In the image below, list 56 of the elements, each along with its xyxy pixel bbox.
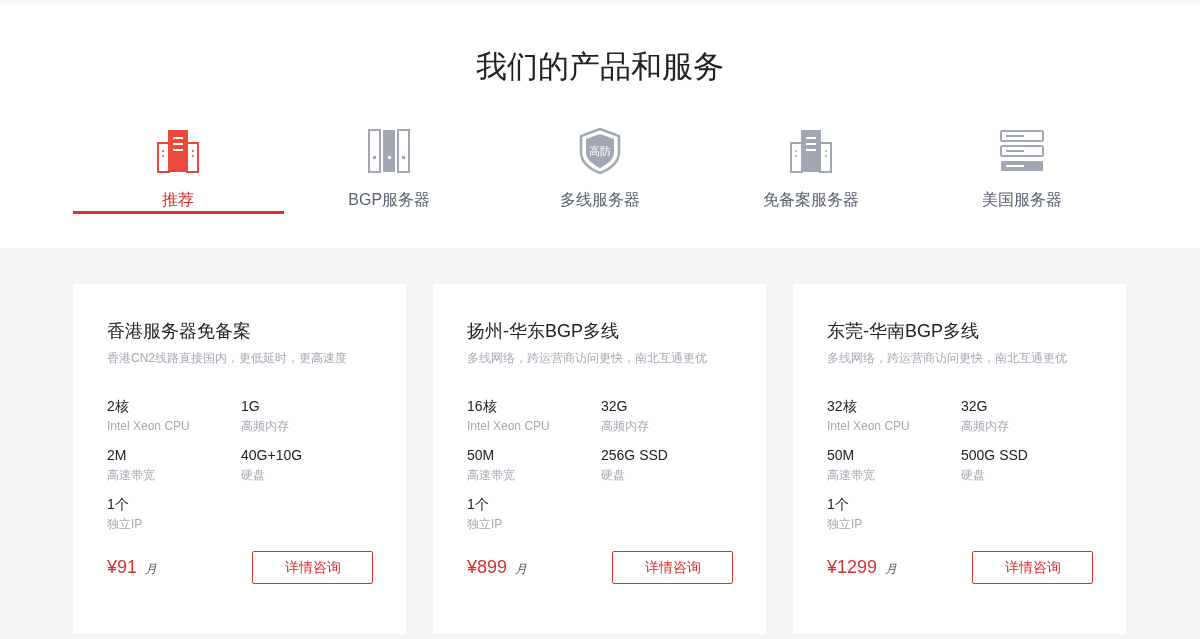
spec-value: 32G [961, 397, 989, 416]
product-description: 香港CN2线路直接国内，更低延时，更高速度 [107, 350, 348, 367]
spec-label: 独立IP [467, 516, 504, 533]
product-title: 香港服务器免备案 [107, 320, 252, 343]
price: ¥1299 [827, 557, 878, 577]
spec-value: 50M [467, 446, 496, 465]
spec-value: 1G [241, 397, 261, 416]
spec-label: 高速带宽 [467, 467, 516, 484]
spec-value: 32G [601, 397, 629, 416]
category-tab[interactable]: 高防 多线服务器 [494, 128, 706, 214]
inquiry-button[interactable]: 详情咨询 [612, 551, 733, 584]
spec-label: 高速带宽 [827, 467, 876, 484]
spec-label: 独立IP [827, 516, 864, 533]
category-tab[interactable]: 推荐 [73, 128, 284, 214]
spec-value: 40G+10G [241, 446, 304, 465]
spec-label: Intel Xeon CPU [827, 418, 911, 435]
price: ¥91 [107, 557, 138, 577]
spec-label: 硬盘 [961, 467, 986, 484]
server-icon [157, 129, 200, 173]
price: ¥899 [467, 557, 508, 577]
price-unit: 月 [145, 562, 158, 576]
spec-value: 16核 [467, 397, 498, 416]
product-description: 多线网络，跨运营商访问更快，南北互通更优 [827, 350, 1068, 367]
inquiry-button[interactable]: 详情咨询 [252, 551, 373, 584]
section-heading: 我们的产品和服务 [475, 48, 725, 86]
spec-value: 50M [827, 446, 856, 465]
spec-label: 硬盘 [601, 467, 626, 484]
category-tab[interactable]: 美国服务器 [916, 128, 1127, 214]
product-title: 东莞-华南BGP多线 [827, 320, 980, 343]
spec-label: 高频内存 [241, 418, 290, 435]
spec-value: 1个 [107, 495, 130, 514]
spec-value: 1个 [827, 495, 850, 514]
spec-label: 高频内存 [601, 418, 650, 435]
server-stack-icon [999, 130, 1044, 172]
spec-label: Intel Xeon CPU [467, 418, 551, 435]
inquiry-button[interactable]: 详情咨询 [972, 551, 1093, 584]
spec-value: 2核 [107, 397, 130, 416]
spec-value: 500G SSD [961, 446, 1029, 465]
shield-icon: 高防 [579, 128, 621, 174]
price-unit: 月 [885, 562, 898, 576]
product-title: 扬州-华东BGP多线 [467, 320, 620, 343]
spec-value: 256G SSD [601, 446, 669, 465]
spec-label: Intel Xeon CPU [107, 418, 191, 435]
spec-value: 1个 [467, 495, 490, 514]
category-tab[interactable]: 免备案服务器 [705, 128, 917, 214]
server-icon [789, 129, 832, 173]
spec-label: 独立IP [107, 516, 144, 533]
spec-label: 高速带宽 [107, 467, 156, 484]
price-unit: 月 [515, 562, 528, 576]
spec-label: 硬盘 [241, 467, 266, 484]
spec-value: 32核 [827, 397, 858, 416]
product-description: 多线网络，跨运营商访问更快，南北互通更优 [467, 350, 708, 367]
category-tab[interactable]: BGP服务器 [283, 128, 495, 214]
server-rack-icon [368, 129, 411, 173]
spec-label: 高频内存 [961, 418, 1010, 435]
spec-value: 2M [107, 446, 128, 465]
